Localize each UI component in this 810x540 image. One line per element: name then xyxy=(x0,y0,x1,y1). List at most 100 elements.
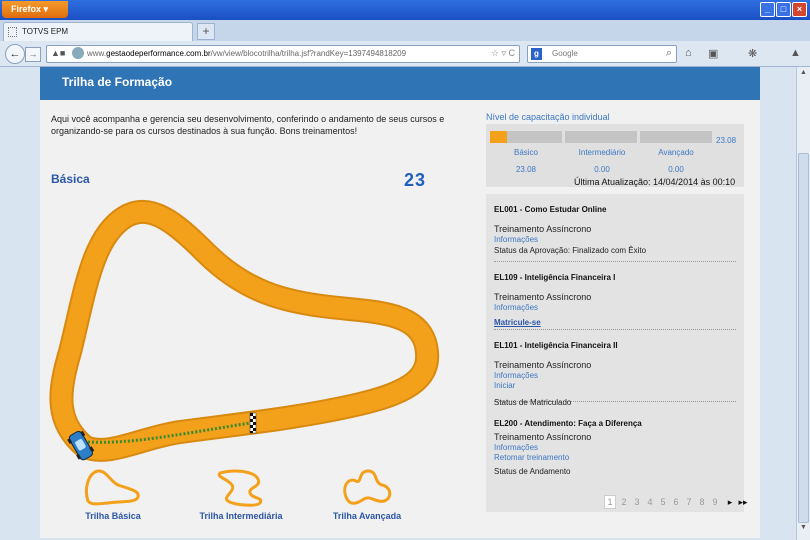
track-title: Básica xyxy=(51,172,90,186)
search-engine-icon[interactable]: g xyxy=(531,48,542,60)
track-score: 23 xyxy=(404,170,427,190)
bookmarks-sidebar-icon[interactable]: ▲■ xyxy=(51,48,65,58)
tab-title: TOTVS EPM xyxy=(22,27,69,36)
page-5-button[interactable]: 5 xyxy=(657,497,669,507)
back-button[interactable]: ← xyxy=(5,44,25,64)
track-link-intermediate-label: Trilha Intermediária xyxy=(199,511,283,521)
track-link-basic-label: Trilha Básica xyxy=(85,511,141,521)
capacity-value-intermediate: 0.00 xyxy=(594,165,610,174)
panel-header: Trilha de Formação xyxy=(40,67,760,100)
page-7-button[interactable]: 7 xyxy=(683,497,695,507)
vertical-scrollbar[interactable]: ▲ ▼ xyxy=(796,67,810,540)
capacity-total: 23.08 xyxy=(716,136,737,145)
search-icon[interactable]: ⌕ xyxy=(666,47,672,60)
new-tab-button[interactable]: + xyxy=(197,23,215,40)
course-type: Treinamento Assíncrono xyxy=(494,224,592,234)
bookmarks-menu-icon[interactable]: ▣ xyxy=(708,47,718,60)
training-path-panel: Trilha de Formação Aqui você acompanha e… xyxy=(40,67,760,538)
tab-bar: TOTVS EPM + xyxy=(0,20,810,41)
track-link-intermediate[interactable]: Trilha Intermediária xyxy=(186,467,296,521)
next-page-icon[interactable]: ▸ xyxy=(724,497,736,508)
capacity-fill-basic xyxy=(490,131,507,143)
url-bar[interactable]: ▲■ www.gestaodeperformance.com.br/vw/vie… xyxy=(46,45,520,63)
maximize-button[interactable]: □ xyxy=(776,2,791,17)
dropdown-icon[interactable]: ▿ xyxy=(501,48,506,58)
page-3-button[interactable]: 3 xyxy=(631,497,643,507)
capacity-label-basic: Básico xyxy=(513,148,538,157)
course-type: Treinamento Assíncrono xyxy=(494,360,592,370)
page-9-button[interactable]: 9 xyxy=(709,497,721,507)
scroll-down-icon[interactable]: ▼ xyxy=(798,524,809,535)
course-start-link[interactable]: Iniciar xyxy=(494,381,736,391)
window-titlebar: Firefox ▾ _ □ × xyxy=(0,0,810,20)
race-track-illustration xyxy=(49,200,440,462)
page-4-button[interactable]: 4 xyxy=(644,497,656,507)
firefox-menu-button[interactable]: Firefox ▾ xyxy=(2,1,68,18)
capacity-bar-intermediate xyxy=(565,131,637,143)
basic-track-icon xyxy=(84,469,140,506)
url-domain: gestaodeperformance.com.br xyxy=(106,49,211,58)
course-info-link[interactable]: Informações xyxy=(494,371,736,381)
reload-icon[interactable]: C xyxy=(509,48,516,58)
addon-icon[interactable]: ❋ xyxy=(748,47,757,60)
search-placeholder: Google xyxy=(552,49,578,58)
capacity-label-advanced: Avançado xyxy=(658,148,694,157)
list-item: EL109 - Inteligência Financeira I Treina… xyxy=(494,272,736,330)
page-1-button[interactable]: 1 xyxy=(604,495,616,509)
page-favicon-icon xyxy=(8,27,17,37)
url-prefix: www. xyxy=(87,49,107,58)
page-2-button[interactable]: 2 xyxy=(618,497,630,507)
course-info-link[interactable]: Informações xyxy=(494,443,736,453)
course-status: Status de Matriculado xyxy=(494,398,572,407)
intro-text: Aqui você acompanha e gerencia seu desen… xyxy=(51,114,445,136)
course-title: EL101 - Inteligência Financeira II xyxy=(494,341,618,350)
track-link-advanced-label: Trilha Avançada xyxy=(332,511,402,521)
capacity-box: 23.08 Básico Intermediário Avançado 23.0… xyxy=(486,124,744,187)
bookmark-star-icon[interactable]: ☆ xyxy=(491,48,499,58)
capacity-bar-advanced xyxy=(640,131,712,143)
search-bar[interactable]: g Google ⌕ xyxy=(527,45,677,63)
course-type: Treinamento Assíncrono xyxy=(494,432,592,442)
track-link-advanced[interactable]: Trilha Avançada xyxy=(322,467,412,521)
course-resume-link[interactable]: Retomar treinamento xyxy=(494,453,736,463)
tab-totvs-epm[interactable]: TOTVS EPM xyxy=(3,22,193,41)
home-icon[interactable]: ⌂ xyxy=(685,47,692,59)
minimize-button[interactable]: _ xyxy=(760,2,775,17)
close-window-button[interactable]: × xyxy=(792,2,807,17)
scrollbar-thumb[interactable] xyxy=(798,153,809,523)
page-title: Trilha de Formação xyxy=(62,75,173,89)
page-6-button[interactable]: 6 xyxy=(670,497,682,507)
last-updated: Última Atualização: 14/04/2014 às 00:10 xyxy=(574,177,736,187)
course-info-link[interactable]: Informações xyxy=(494,235,736,245)
capacity-title[interactable]: Nível de capacitação individual xyxy=(486,112,610,122)
firefox-menu-label: Firefox xyxy=(11,4,42,14)
course-status: Status de Andamento xyxy=(494,467,571,476)
track-link-basic[interactable]: Trilha Básica xyxy=(78,467,148,521)
extension-icon[interactable]: ▲ xyxy=(790,47,801,59)
course-title: EL001 - Como Estudar Online xyxy=(494,205,607,214)
course-info-link[interactable]: Informações xyxy=(494,303,736,313)
course-title: EL200 - Atendimento: Faça a Diferença xyxy=(494,419,642,428)
capacity-label-intermediate: Intermediário xyxy=(578,148,626,157)
track-surface xyxy=(51,202,438,460)
forward-button[interactable]: → xyxy=(25,47,41,62)
pagination: 1 2 3 4 5 6 7 8 9 ▸ ▸▸ xyxy=(486,494,748,512)
site-identity-icon[interactable] xyxy=(72,47,84,59)
url-text[interactable]: www.gestaodeperformance.com.br/vw/view/b… xyxy=(87,49,406,58)
course-title: EL109 - Inteligência Financeira I xyxy=(494,273,616,282)
page-viewport: Trilha de Formação Aqui você acompanha e… xyxy=(0,67,796,538)
course-list: EL001 - Como Estudar Online Treinamento … xyxy=(486,194,744,512)
list-item: EL200 - Atendimento: Faça a Diferença Tr… xyxy=(494,418,736,480)
finish-line-icon xyxy=(249,412,257,434)
advanced-track-icon xyxy=(343,469,392,505)
capacity-value-advanced: 0.00 xyxy=(668,165,684,174)
url-actions: ☆ ▿ C xyxy=(491,48,515,59)
intermediate-track-icon xyxy=(217,469,263,507)
enroll-link[interactable]: Matricule-se xyxy=(494,318,736,328)
page-8-button[interactable]: 8 xyxy=(696,497,708,507)
url-path: /vw/view/blocotrilha/trilha.jsf?randKey=… xyxy=(210,49,407,58)
course-status: Status da Aprovação: Finalizado com Êxit… xyxy=(494,246,647,255)
last-page-icon[interactable]: ▸▸ xyxy=(737,497,749,508)
capacity-value-basic: 23.08 xyxy=(515,165,537,174)
scroll-up-icon[interactable]: ▲ xyxy=(798,69,809,80)
